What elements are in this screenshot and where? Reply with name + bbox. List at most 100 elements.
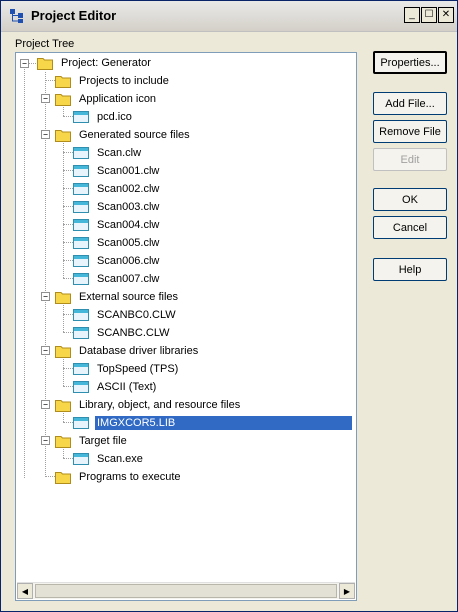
tree-item-topspeed[interactable]: TopSpeed (TPS) — [73, 360, 180, 378]
tree-item-scan007[interactable]: Scan007.clw — [73, 270, 161, 288]
file-icon — [73, 417, 89, 429]
collapse-icon[interactable]: − — [20, 59, 29, 68]
remove-file-button[interactable]: Remove File — [373, 120, 447, 143]
tree-item-label: Application icon — [79, 93, 157, 105]
project-tree-icon — [10, 9, 23, 23]
file-icon — [73, 327, 89, 339]
tree-item-scan006[interactable]: Scan006.clw — [73, 252, 161, 270]
properties-button[interactable]: Properties... — [373, 51, 447, 74]
tree-item-scan-exe[interactable]: Scan.exe — [73, 450, 145, 468]
tree-line — [63, 302, 64, 332]
tree-item-scanbc[interactable]: SCANBC.CLW — [73, 324, 172, 342]
collapse-icon[interactable]: − — [41, 400, 50, 409]
tree-item-scanbc0[interactable]: SCANBC0.CLW — [73, 306, 178, 324]
tree-item-ascii[interactable]: ASCII (Text) — [73, 378, 158, 396]
title-bar[interactable]: Project Editor _ ☐ ✕ — [1, 1, 457, 32]
tree-line — [63, 140, 64, 278]
tree-item-label: SCANBC0.CLW — [97, 309, 176, 321]
tree-item-label: Scan006.clw — [97, 255, 160, 267]
file-icon — [73, 165, 89, 177]
file-icon — [73, 111, 89, 123]
tree-item-label: IMGXCOR5.LIB — [94, 415, 353, 431]
edit-button[interactable]: Edit — [373, 148, 447, 171]
tree-item-application-icon[interactable]: Application icon — [55, 90, 158, 108]
tree-item-label: SCANBC.CLW — [97, 327, 170, 339]
scrollbar-thumb[interactable] — [35, 584, 337, 598]
collapse-icon[interactable]: − — [41, 292, 50, 301]
tree-item-label: Scan002.clw — [97, 183, 160, 195]
tree-item-label: ASCII (Text) — [97, 381, 157, 393]
project-tree-label: Project Tree — [15, 38, 75, 50]
tree-item-label: Scan.clw — [97, 147, 142, 159]
file-icon — [73, 309, 89, 321]
folder-icon — [55, 436, 71, 448]
tree-item-scan003[interactable]: Scan003.clw — [73, 198, 161, 216]
tree-item-label: TopSpeed (TPS) — [97, 363, 179, 375]
tree-item-label: Scan001.clw — [97, 165, 160, 177]
tree-item-scan005[interactable]: Scan005.clw — [73, 234, 161, 252]
collapse-icon[interactable]: − — [41, 346, 50, 355]
maximize-button[interactable]: ☐ — [421, 7, 437, 23]
project-tree[interactable]: − − − − − − − Project: Generator Project… — [15, 52, 357, 601]
file-icon — [73, 453, 89, 465]
tree-item-root[interactable]: Project: Generator — [37, 54, 153, 72]
tree-item-programs-to-execute[interactable]: Programs to execute — [55, 468, 183, 486]
folder-icon — [55, 94, 71, 106]
tree-item-label: Scan007.clw — [97, 273, 160, 285]
minimize-icon: _ — [409, 9, 415, 20]
close-button[interactable]: ✕ — [438, 7, 454, 23]
tree-item-generated-source-files[interactable]: Generated source files — [55, 126, 192, 144]
tree-item-external-source-files[interactable]: External source files — [55, 288, 180, 306]
folder-icon — [55, 130, 71, 142]
tree-item-label: Database driver libraries — [79, 345, 199, 357]
minimize-button[interactable]: _ — [404, 7, 420, 23]
tree-item-scan001[interactable]: Scan001.clw — [73, 162, 161, 180]
folder-icon — [55, 346, 71, 358]
tree-item-label: Scan004.clw — [97, 219, 160, 231]
collapse-icon[interactable]: − — [41, 130, 50, 139]
scroll-right-icon[interactable]: ▶ — [339, 583, 355, 599]
file-icon — [73, 381, 89, 393]
close-icon: ✕ — [441, 9, 451, 20]
tree-item-library-files[interactable]: Library, object, and resource files — [55, 396, 242, 414]
maximize-icon: ☐ — [424, 9, 434, 20]
window-title: Project Editor — [31, 8, 117, 23]
tree-item-label: Scan005.clw — [97, 237, 160, 249]
tree-item-scan002[interactable]: Scan002.clw — [73, 180, 161, 198]
folder-icon — [55, 400, 71, 412]
file-icon — [73, 363, 89, 375]
cancel-button[interactable]: Cancel — [373, 216, 447, 239]
tree-item-scan-clw[interactable]: Scan.clw — [73, 144, 143, 162]
collapse-icon[interactable]: − — [41, 94, 50, 103]
tree-item-database-driver-libraries[interactable]: Database driver libraries — [55, 342, 200, 360]
tree-item-label: Scan.exe — [97, 453, 143, 465]
scroll-left-icon[interactable]: ◀ — [17, 583, 33, 599]
tree-item-projects-to-include[interactable]: Projects to include — [55, 72, 171, 90]
tree-line — [63, 356, 64, 386]
ok-button[interactable]: OK — [373, 188, 447, 211]
collapse-icon[interactable]: − — [41, 436, 50, 445]
folder-icon — [55, 76, 71, 88]
tree-line — [24, 63, 25, 478]
file-icon — [73, 183, 89, 195]
file-icon — [73, 273, 89, 285]
tree-item-label: Projects to include — [79, 75, 169, 87]
tree-item-label: Programs to execute — [79, 471, 181, 483]
horizontal-scrollbar[interactable]: ◀ ▶ — [17, 582, 355, 599]
help-button[interactable]: Help — [373, 258, 447, 281]
tree-item-scan004[interactable]: Scan004.clw — [73, 216, 161, 234]
tree-item-pcd-ico[interactable]: pcd.ico — [73, 108, 134, 126]
folder-icon — [55, 472, 71, 484]
tree-item-target-file[interactable]: Target file — [55, 432, 129, 450]
add-file-button[interactable]: Add File... — [373, 92, 447, 115]
file-icon — [73, 219, 89, 231]
tree-item-imgxcor5[interactable]: IMGXCOR5.LIB — [73, 414, 353, 432]
project-editor-window: Project Editor _ ☐ ✕ Project Tree − − − … — [0, 0, 458, 612]
file-icon — [73, 255, 89, 267]
tree-item-label: Scan003.clw — [97, 201, 160, 213]
tree-item-label: Target file — [79, 435, 127, 447]
tree-item-label: External source files — [79, 291, 179, 303]
tree-item-label: Library, object, and resource files — [79, 399, 241, 411]
file-icon — [73, 237, 89, 249]
tree-item-label: Project: Generator — [61, 57, 151, 69]
